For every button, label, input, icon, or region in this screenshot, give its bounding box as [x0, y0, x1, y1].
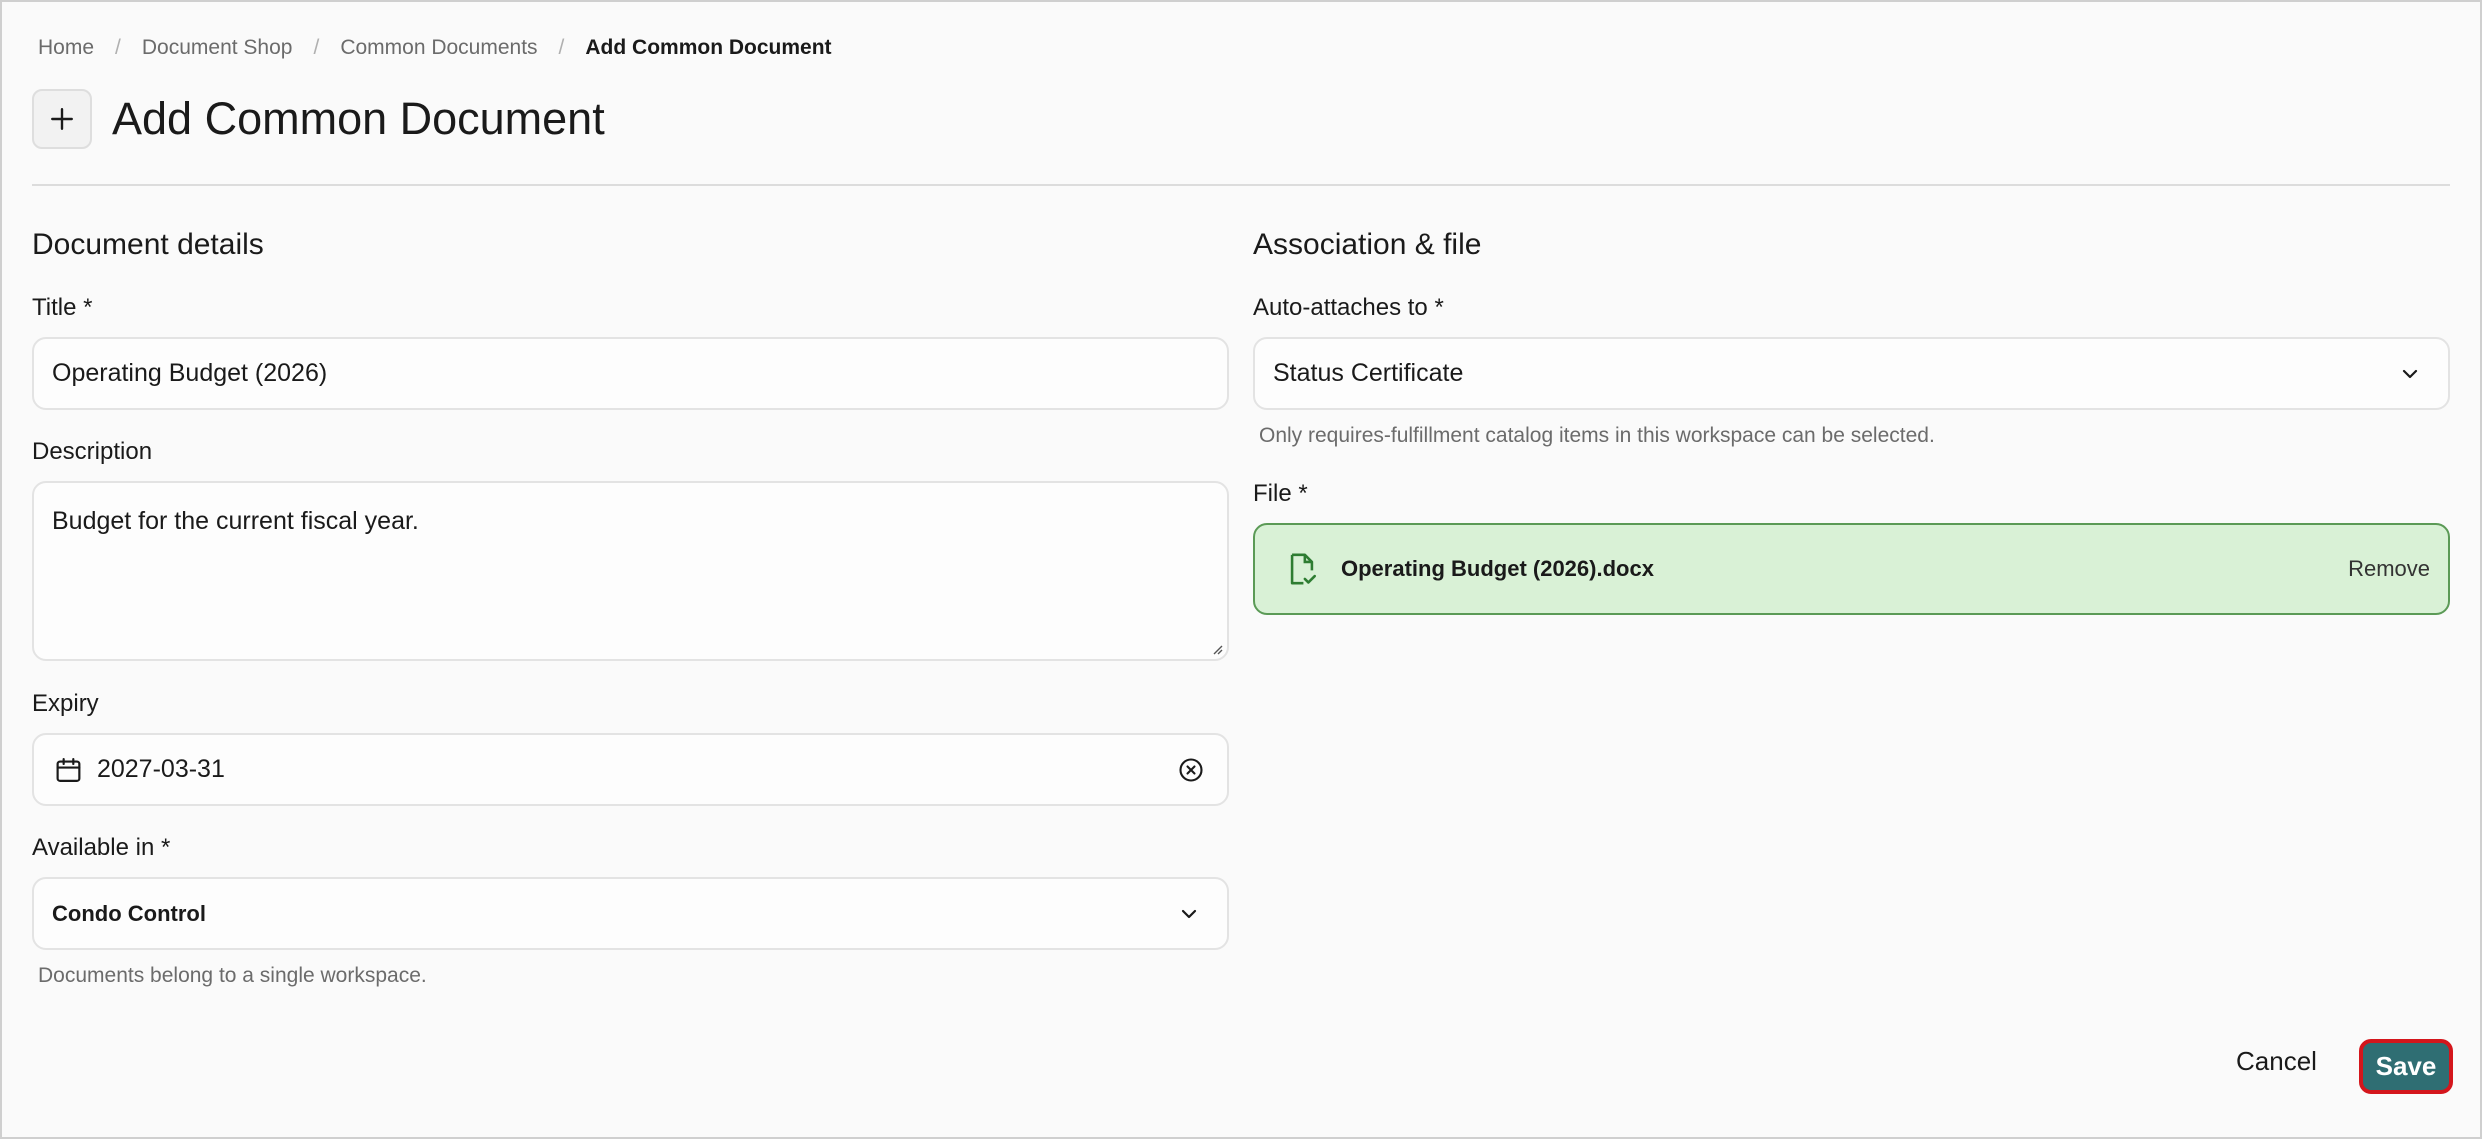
auto-attaches-label: Auto-attaches to *: [1253, 294, 1444, 321]
auto-attaches-helper: Only requires-fulfillment catalog items …: [1259, 424, 1935, 447]
available-in-select[interactable]: Condo Control: [32, 877, 1229, 950]
document-details-heading: Document details: [32, 228, 264, 261]
auto-attaches-select[interactable]: Status Certificate: [1253, 337, 2450, 410]
description-textarea[interactable]: Budget for the current fiscal year.: [52, 483, 1227, 659]
breadcrumb-common-documents[interactable]: Common Documents: [340, 36, 537, 60]
resize-handle-icon[interactable]: [1211, 643, 1223, 655]
expiry-label: Expiry: [32, 690, 99, 717]
chevron-down-icon: [1181, 909, 1197, 918]
expiry-input[interactable]: [96, 755, 1177, 784]
page-header: Add Common Document: [32, 89, 605, 149]
available-in-helper: Documents belong to a single workspace.: [38, 964, 427, 987]
description-field-container: Budget for the current fiscal year.: [32, 481, 1229, 661]
page-title: Add Common Document: [112, 93, 605, 144]
chevron-down-icon: [2402, 369, 2418, 378]
remove-file-button[interactable]: Remove: [2348, 556, 2430, 582]
title-label: Title *: [32, 294, 93, 321]
auto-attaches-value: Status Certificate: [1273, 359, 1464, 387]
clear-icon[interactable]: [1177, 756, 1205, 784]
add-button[interactable]: [32, 89, 92, 149]
title-input[interactable]: [52, 359, 1227, 388]
title-field-container: [32, 337, 1229, 410]
breadcrumb-home[interactable]: Home: [38, 36, 94, 60]
plus-icon: [51, 108, 73, 130]
breadcrumb-separator: /: [558, 36, 565, 59]
header-divider: [32, 184, 2450, 186]
available-in-label: Available in *: [32, 834, 171, 861]
expiry-field-container: [32, 733, 1229, 806]
breadcrumb-document-shop[interactable]: Document Shop: [142, 36, 293, 60]
association-heading: Association & file: [1253, 228, 1482, 261]
breadcrumb: Home / Document Shop / Common Documents …: [38, 36, 832, 60]
uploaded-file: Operating Budget (2026).docx Remove: [1253, 523, 2450, 615]
available-in-value: Condo Control: [52, 900, 206, 926]
file-check-icon: [1290, 553, 1317, 585]
file-label: File *: [1253, 480, 1308, 507]
breadcrumb-separator: /: [115, 36, 121, 59]
save-button[interactable]: Save: [2359, 1039, 2453, 1094]
description-label: Description: [32, 438, 153, 465]
breadcrumb-current: Add Common Document: [585, 36, 832, 59]
calendar-icon[interactable]: [54, 754, 83, 786]
cancel-button[interactable]: Cancel: [2236, 1046, 2317, 1077]
breadcrumb-separator: /: [313, 36, 320, 59]
file-name: Operating Budget (2026).docx: [1341, 556, 1654, 581]
